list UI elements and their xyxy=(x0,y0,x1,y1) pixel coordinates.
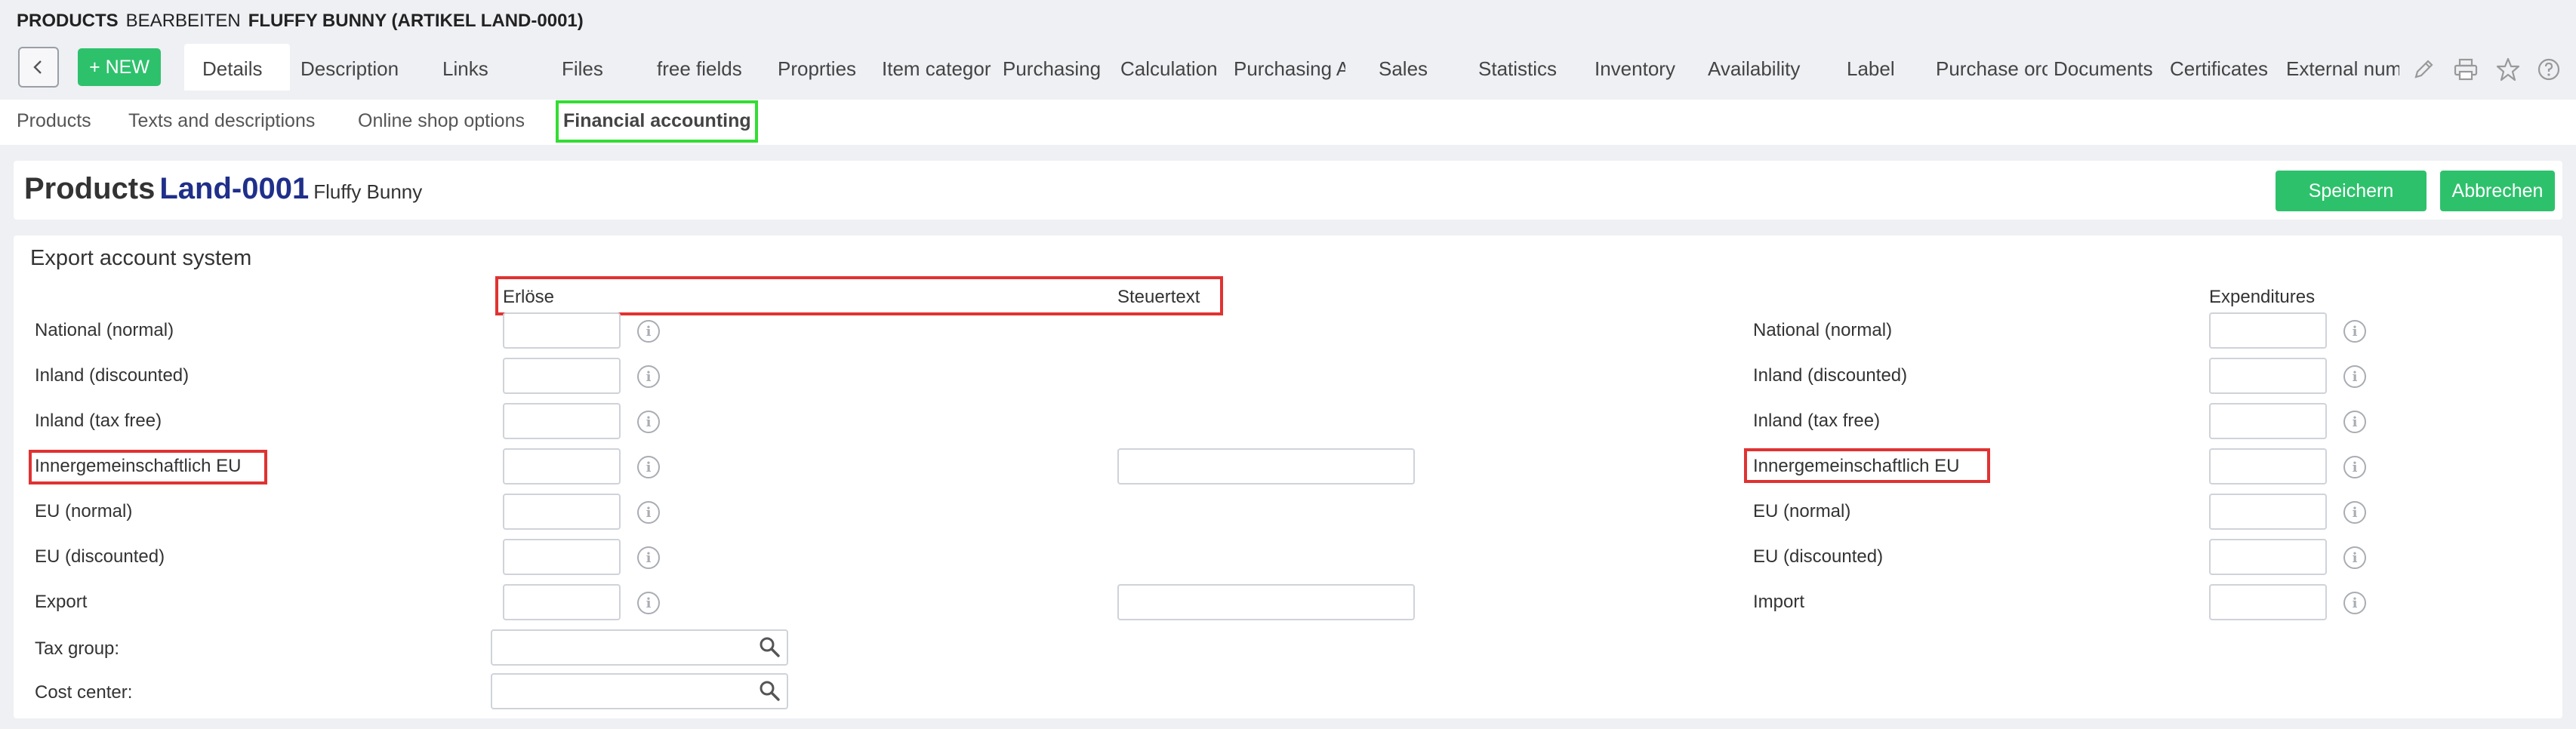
subtab-online-shop-options[interactable]: Online shop options xyxy=(358,110,525,132)
column-label-expenditures: Expenditures xyxy=(2209,287,2316,307)
expend-import-input[interactable] xyxy=(2209,584,2327,620)
info-icon[interactable]: i xyxy=(637,501,660,524)
row-label-expend-innergemeinschaftlich-eu: Innergemeinschaftlich EU xyxy=(1753,456,1960,476)
info-icon[interactable]: i xyxy=(637,411,660,433)
tab-external-numbers[interactable]: External num xyxy=(2286,57,2399,81)
revenue-eu-normal-input[interactable] xyxy=(503,494,621,530)
tab-sales[interactable]: Sales xyxy=(1379,57,1431,81)
info-icon[interactable]: i xyxy=(2343,501,2366,524)
revenue-innergemeinschaftlich-input[interactable] xyxy=(503,448,621,484)
tab-documents[interactable]: Documents xyxy=(2054,57,2156,81)
expend-eu-normal-input[interactable] xyxy=(2209,494,2327,530)
back-button[interactable] xyxy=(18,47,59,88)
tab-label[interactable]: Label xyxy=(1847,57,1900,81)
tax-group-label: Tax group: xyxy=(35,638,120,659)
subtab-texts-and-descriptions[interactable]: Texts and descriptions xyxy=(128,110,315,132)
pencil-icon[interactable] xyxy=(2408,54,2439,85)
expend-inland-tax-free-input[interactable] xyxy=(2209,403,2327,439)
info-icon[interactable]: i xyxy=(2343,320,2366,343)
taxtext-export-input[interactable] xyxy=(1117,584,1415,620)
expend-eu-discounted-input[interactable] xyxy=(2209,539,2327,575)
info-icon[interactable]: i xyxy=(637,592,660,614)
help-icon[interactable] xyxy=(2534,54,2564,85)
tab-statistics[interactable]: Statistics xyxy=(1478,57,1563,81)
subtab-products[interactable]: Products xyxy=(17,110,91,132)
info-icon[interactable]: i xyxy=(637,365,660,388)
tax-group-input[interactable] xyxy=(491,629,788,666)
breadcrumb-action: BEARBEITEN xyxy=(125,11,241,31)
tab-files[interactable]: Files xyxy=(562,57,615,81)
info-icon[interactable]: i xyxy=(2343,546,2366,569)
tab-certificates[interactable]: Certificates xyxy=(2170,57,2276,81)
tab-purchasing-a[interactable]: Purchasing A xyxy=(1234,57,1345,81)
cost-center-input[interactable] xyxy=(491,673,788,709)
tab-item-categories[interactable]: Item categor xyxy=(882,57,994,81)
row-label-inland-tax-free: Inland (tax free) xyxy=(35,411,162,431)
row-label-import: Import xyxy=(1753,592,1805,612)
tab-details[interactable]: Details xyxy=(202,57,285,81)
revenue-inland-tax-free-input[interactable] xyxy=(503,403,621,439)
info-icon[interactable]: i xyxy=(2343,592,2366,614)
row-label-eu-normal: EU (normal) xyxy=(35,501,133,521)
row-label-expend-inland-discounted: Inland (discounted) xyxy=(1753,365,1908,386)
row-label-innergemeinschaftlich-eu: Innergemeinschaftlich EU xyxy=(35,456,242,476)
tab-free-fields[interactable]: free fields xyxy=(657,57,747,81)
page-title: Products Land-0001 Fluffy Bunny xyxy=(24,172,422,206)
info-icon[interactable]: i xyxy=(2343,456,2366,478)
expend-national-normal-input[interactable] xyxy=(2209,312,2327,349)
info-icon[interactable]: i xyxy=(2343,411,2366,433)
row-label-export: Export xyxy=(35,592,88,612)
page-title-entity: Products xyxy=(24,172,156,205)
save-button[interactable]: Speichern xyxy=(2276,171,2427,211)
breadcrumb-item: FLUFFY BUNNY (ARTIKEL LAND-0001) xyxy=(248,11,584,31)
expend-inland-discounted-input[interactable] xyxy=(2209,358,2327,394)
row-label-national-normal: National (normal) xyxy=(35,320,174,340)
column-label-erloese: Erlöse xyxy=(503,287,555,307)
section-title: Export account system xyxy=(30,246,252,270)
expend-innergemeinschaftlich-input[interactable] xyxy=(2209,448,2327,484)
tab-links[interactable]: Links xyxy=(442,57,503,81)
tab-description[interactable]: Description xyxy=(300,57,414,81)
search-icon[interactable] xyxy=(758,635,781,658)
info-icon[interactable]: i xyxy=(2343,365,2366,388)
breadcrumb-section[interactable]: PRODUCTS xyxy=(17,11,119,31)
tab-availability[interactable]: Availability xyxy=(1708,57,1801,81)
row-label-expend-eu-normal: EU (normal) xyxy=(1753,501,1851,521)
revenue-eu-discounted-input[interactable] xyxy=(503,539,621,575)
tab-proprties[interactable]: Proprties xyxy=(778,57,861,81)
revenue-export-input[interactable] xyxy=(503,584,621,620)
column-header-highlight xyxy=(495,276,1223,315)
active-subtab-highlight xyxy=(556,100,758,143)
row-label-inland-discounted: Inland (discounted) xyxy=(35,365,190,386)
tab-purchasing[interactable]: Purchasing xyxy=(1003,57,1101,81)
info-icon[interactable]: i xyxy=(637,546,660,569)
revenue-inland-discounted-input[interactable] xyxy=(503,358,621,394)
revenue-national-normal-input[interactable] xyxy=(503,312,621,349)
star-icon[interactable] xyxy=(2493,54,2523,85)
row-label-expend-eu-discounted: EU (discounted) xyxy=(1753,546,1884,567)
row-label-expend-inland-tax-free: Inland (tax free) xyxy=(1753,411,1881,431)
info-icon[interactable]: i xyxy=(637,320,660,343)
breadcrumb: PRODUCTS BEARBEITEN FLUFFY BUNNY (ARTIKEL … xyxy=(17,11,584,32)
info-icon[interactable]: i xyxy=(637,456,660,478)
cost-center-label: Cost center: xyxy=(35,682,133,703)
page-title-name: Fluffy Bunny xyxy=(313,180,423,203)
row-label-expend-national-normal: National (normal) xyxy=(1753,320,1893,340)
printer-icon[interactable] xyxy=(2451,54,2481,85)
search-icon[interactable] xyxy=(758,679,781,702)
tab-inventory[interactable]: Inventory xyxy=(1595,57,1684,81)
new-button[interactable]: + NEW xyxy=(78,48,161,86)
page-title-number: Land-0001 xyxy=(159,172,310,205)
chevron-left-icon xyxy=(33,60,42,74)
cancel-button[interactable]: Abbrechen xyxy=(2440,171,2555,211)
tab-purchase-orders[interactable]: Purchase orc xyxy=(1936,57,2048,81)
row-label-eu-discounted: EU (discounted) xyxy=(35,546,165,567)
taxtext-innergemeinschaftlich-input[interactable] xyxy=(1117,448,1415,484)
tab-calculation[interactable]: Calculation xyxy=(1120,57,1217,81)
column-label-steuertext: Steuertext xyxy=(1117,287,1200,307)
